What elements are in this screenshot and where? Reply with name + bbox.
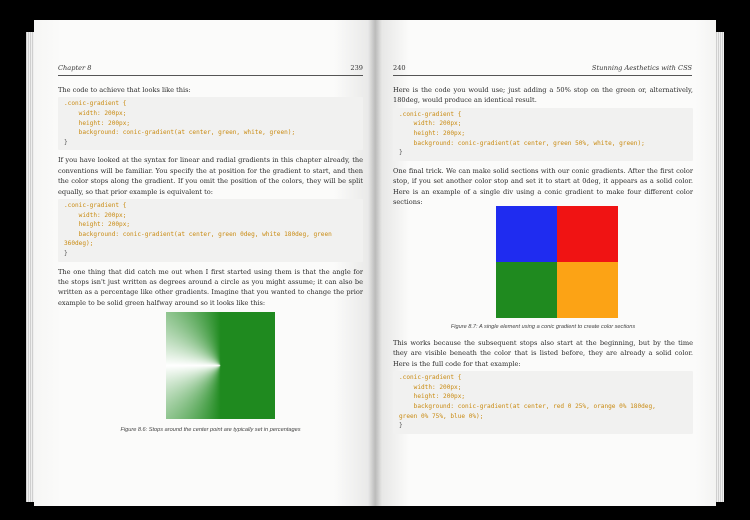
header-rule-left: [58, 75, 363, 76]
left-page: Chapter 8 239 The code to achieve that l…: [34, 20, 375, 506]
code-line: width: 200px;: [64, 211, 127, 219]
code-line: }: [64, 138, 68, 146]
figure-caption-left: Figure 8.6: Stops around the center poin…: [120, 427, 301, 433]
code-block-left-2: .conic-gradient { width: 200px; height: …: [58, 199, 363, 262]
color-sections-figure: [496, 206, 618, 318]
code-line: background: conic-gradient(at center, gr…: [399, 139, 645, 147]
code-line: height: 200px;: [399, 130, 466, 137]
page-number-left: 239: [350, 64, 363, 72]
code-block-left-1: .conic-gradient { width: 200px; height: …: [58, 97, 363, 151]
code-line: }: [64, 249, 68, 257]
chapter-label: Chapter 8: [58, 64, 92, 72]
code-line: background: conic-gradient(at center, gr…: [64, 230, 332, 238]
right-page-body-top: Here is the code you would use; just add…: [393, 85, 693, 211]
code-line: }: [399, 422, 403, 430]
code-line: background: conic-gradient(at center, gr…: [64, 129, 296, 137]
left-paragraph-2: If you have looked at the syntax for lin…: [58, 156, 363, 196]
page-number-right: 240: [393, 64, 406, 72]
running-title: Stunning Aesthetics with CSS: [591, 64, 692, 72]
open-book: Chapter 8 239 The code to achieve that l…: [22, 14, 728, 510]
book-spine-shadow: [368, 20, 382, 506]
header-rule-right: [393, 75, 692, 76]
code-line: .conic-gradient {: [64, 202, 127, 209]
code-block-right-1: .conic-gradient { width: 200px; height: …: [393, 107, 693, 161]
code-block-right-2: .conic-gradient { width: 200px; height: …: [393, 371, 693, 434]
right-paragraph-3: This works because the subsequent stops …: [393, 339, 693, 368]
code-line: height: 200px;: [399, 393, 466, 401]
code-line: background: conic-gradient(at center, re…: [399, 403, 656, 410]
code-line: width: 200px;: [64, 110, 127, 117]
code-line: .conic-gradient {: [399, 374, 462, 382]
code-line: height: 200px;: [64, 119, 131, 127]
code-line: width: 200px;: [399, 383, 462, 391]
right-page-body-bottom: This works because the subsequent stops …: [393, 338, 693, 439]
conic-gradient-figure: [166, 312, 275, 419]
left-page-body: The code to achieve that looks like this…: [58, 85, 363, 312]
code-line: }: [399, 149, 403, 157]
code-line: width: 200px;: [399, 120, 462, 128]
code-line: .conic-gradient {: [399, 110, 462, 118]
right-paragraph-1: Here is the code you would use; just add…: [393, 86, 693, 105]
code-line: green 0% 75%, blue 0%);: [399, 412, 484, 420]
left-paragraph-3: The one thing that did catch me out when…: [58, 267, 363, 307]
right-page: 240 Stunning Aesthetics with CSS Here is…: [375, 20, 716, 506]
left-paragraph-1: The code to achieve that looks like this…: [58, 86, 191, 94]
code-line: .conic-gradient {: [64, 100, 127, 108]
right-paragraph-2: One final trick. We can make solid secti…: [393, 166, 693, 206]
code-line: height: 200px;: [64, 221, 131, 229]
code-line: 360deg);: [64, 240, 94, 248]
figure-caption-right: Figure 8.7: A single element using a con…: [450, 324, 636, 330]
